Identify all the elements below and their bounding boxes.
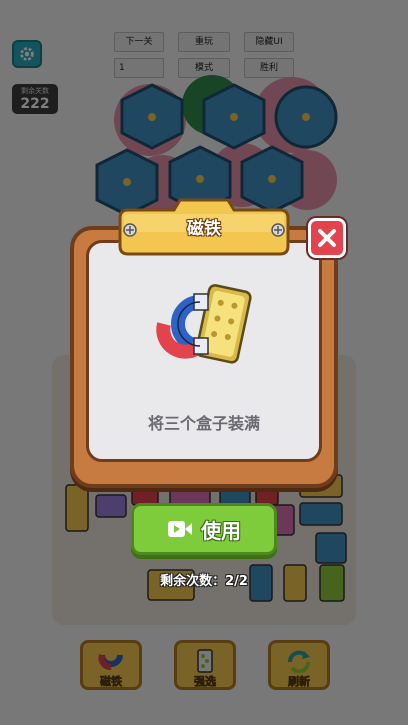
remaining-uses-value: 2/2 [225, 574, 248, 589]
remaining-uses: 剩余次数：2/2 [100, 570, 308, 589]
close-icon [318, 229, 336, 247]
use-button[interactable]: 使用 [131, 503, 277, 555]
dialog-description: 将三个盒子装满 [147, 414, 260, 433]
use-button-label: 使用 [201, 518, 241, 543]
close-button[interactable] [308, 218, 346, 258]
dialog-title: 磁铁 [187, 219, 221, 239]
remaining-uses-label: 剩余次数： [160, 574, 226, 589]
video-camera-icon [168, 521, 192, 537]
magnet-card-icon [156, 284, 252, 364]
